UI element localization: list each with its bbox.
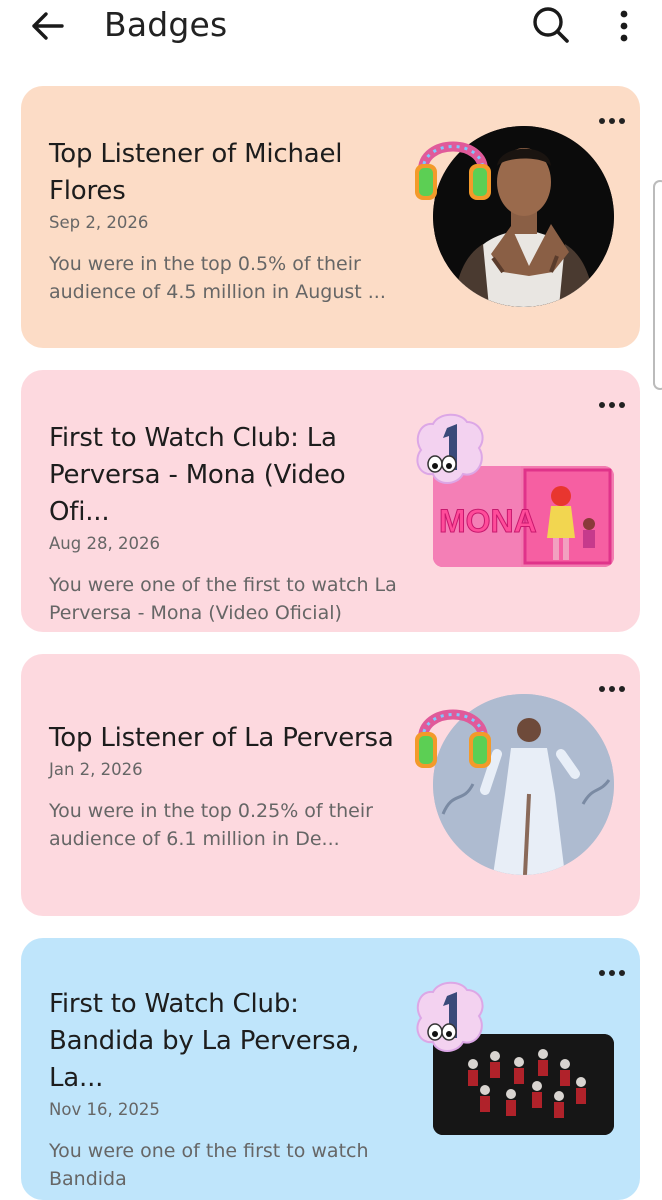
badge-description: You were one of the first to watch La Pe… [49,574,397,624]
search-button[interactable] [526,2,576,48]
search-icon [533,7,569,43]
card-more-button[interactable] [592,392,632,418]
badge-date: Nov 16, 2025 [49,1100,160,1119]
arrow-left-icon [32,12,64,40]
back-button[interactable] [22,4,72,48]
badge-date: Jan 2, 2026 [49,760,143,779]
badge-date: Sep 2, 2026 [49,213,149,232]
badge-description: You were in the top 0.5% of their audien… [49,253,386,303]
headphones-badge-icon [413,124,493,206]
badge-description: You were one of the first to watch Bandi… [49,1140,369,1190]
page-title: Badges [104,5,228,44]
badge-card-first-to-watch-bandida[interactable]: First to Watch Club: Bandida by La Perve… [21,938,640,1200]
more-options-button[interactable] [606,4,642,48]
badge-title: First to Watch Club: La Perversa - Mona … [49,423,346,527]
badge-card-top-listener-michael-flores[interactable]: Top Listener of Michael Flores Sep 2, 20… [21,86,640,348]
thumbnail-text: MONA [439,503,537,539]
number-one-cloud-badge-icon [413,410,489,490]
badge-date: Aug 28, 2026 [49,534,160,553]
badge-title: Top Listener of Michael Flores [49,139,343,206]
badge-card-top-listener-la-perversa[interactable]: Top Listener of La Perversa Jan 2, 2026 … [21,654,640,916]
headphones-badge-icon [413,692,493,774]
badge-description: You were in the top 0.25% of their audie… [49,800,373,850]
more-vertical-icon [620,10,628,42]
badge-title: First to Watch Club: Bandida by La Perve… [49,989,360,1093]
card-more-button[interactable] [592,960,632,986]
number-one-cloud-badge-icon [413,978,489,1058]
scrollbar-handle[interactable] [653,180,662,390]
card-more-button[interactable] [592,676,632,702]
badge-card-first-to-watch-mona[interactable]: First to Watch Club: La Perversa - Mona … [21,370,640,632]
app-bar: Badges [0,0,662,62]
card-more-button[interactable] [592,108,632,134]
badge-title: Top Listener of La Perversa [49,723,394,753]
